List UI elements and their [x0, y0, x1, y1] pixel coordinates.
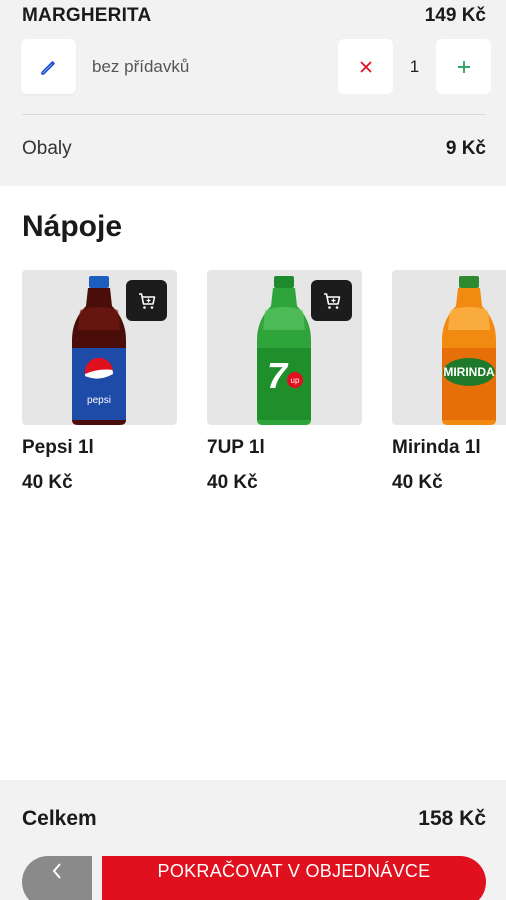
add-to-cart-button[interactable] [126, 280, 167, 321]
divider [22, 114, 486, 115]
add-to-cart-button[interactable] [311, 280, 352, 321]
mirinda-bottle-image: MIRINDA [442, 276, 496, 425]
addons-text: bez přídavků [92, 57, 190, 76]
total-row: Celkem 158 Kč [22, 807, 486, 831]
increase-quantity-button[interactable] [436, 39, 491, 94]
cart-item-section: MARGHERITA 149 Kč bez přídavků 1 Obaly 9… [0, 0, 506, 186]
product-name: Pepsi 1l [22, 437, 94, 458]
pencil-icon [40, 60, 55, 75]
drinks-title: Nápoje [22, 210, 123, 243]
svg-text:MIRINDA: MIRINDA [443, 365, 495, 379]
svg-text:up: up [291, 376, 300, 385]
product-image[interactable]: MIRINDA [392, 270, 506, 425]
svg-text:pepsi: pepsi [87, 395, 111, 406]
packaging-price: 9 Kč [445, 138, 486, 159]
cart-icon [138, 292, 155, 309]
product-image[interactable]: 7 up [207, 270, 362, 425]
total-label: Celkem [22, 807, 97, 830]
continue-order-button[interactable]: POKRAČOVAT V OBJEDNÁVCE [102, 856, 486, 900]
product-price: 40 Kč [22, 472, 73, 493]
product-card[interactable]: MIRINDA Mirinda 1l 40 Kč [392, 270, 506, 494]
drinks-carousel[interactable]: pepsi Pepsi 1l 40 Kč 7 up 7UP 1l 40 Kč M… [22, 270, 506, 510]
product-card[interactable]: pepsi Pepsi 1l 40 Kč [22, 270, 177, 494]
chevron-left-icon [52, 863, 61, 879]
close-icon [359, 60, 372, 73]
edit-item-button[interactable] [21, 39, 76, 94]
product-card[interactable]: 7 up 7UP 1l 40 Kč [207, 270, 362, 494]
back-button[interactable] [22, 856, 92, 900]
plus-icon [457, 60, 470, 73]
total-value: 158 Kč [418, 807, 486, 830]
quantity-value: 1 [409, 56, 420, 76]
packaging-row: Obaly 9 Kč [22, 137, 486, 161]
svg-text:7: 7 [267, 355, 289, 396]
cart-icon [323, 292, 340, 309]
product-name: 7UP 1l [207, 437, 265, 458]
remove-button[interactable] [338, 39, 393, 94]
product-price: 40 Kč [392, 472, 443, 493]
item-name: MARGHERITA [22, 5, 152, 26]
product-name: Mirinda 1l [392, 437, 481, 458]
item-price: 149 Kč [424, 5, 486, 26]
item-row: MARGHERITA 149 Kč [22, 4, 486, 28]
checkout-bar: Celkem 158 Kč POKRAČOVAT V OBJEDNÁVCE [0, 780, 506, 900]
product-price: 40 Kč [207, 472, 258, 493]
packaging-label: Obaly [22, 138, 72, 159]
product-image[interactable]: pepsi [22, 270, 177, 425]
